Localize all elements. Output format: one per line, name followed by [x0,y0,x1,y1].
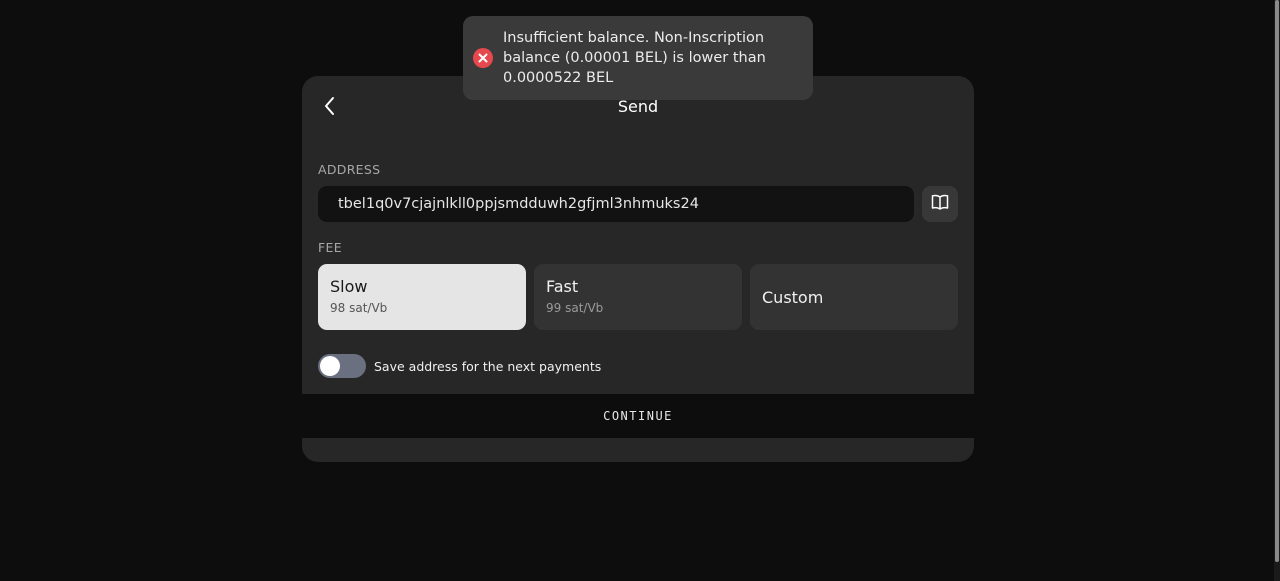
page-scrollbar[interactable] [1274,0,1280,581]
toast-message: Insufficient balance. Non-Inscription ba… [503,30,766,86]
save-address-toggle[interactable] [318,354,366,378]
fee-option-name: Custom [762,287,824,307]
fee-option-fast[interactable]: Fast 99 sat/Vb [534,264,742,330]
address-label: ADDRESS [318,162,381,177]
error-icon [473,48,493,68]
address-book-button[interactable] [922,186,958,222]
toggle-knob [320,356,340,376]
fee-label: FEE [318,240,342,255]
scrollbar-thumb[interactable] [1275,0,1279,562]
fee-option-name: Fast [546,277,579,296]
address-input[interactable]: tbel1q0v7cjajnlkll0ppjsmdduwh2gfjml3nhmu… [318,186,914,222]
save-address-label: Save address for the next payments [374,358,602,374]
error-toast: Insufficient balance. Non-Inscription ba… [463,16,813,100]
fee-option-rate: 99 sat/Vb [546,301,604,315]
save-address-row: Save address for the next payments [318,354,601,378]
send-card: Send ADDRESS tbel1q0v7cjajnlkll0ppjsmddu… [302,76,974,462]
fee-option-rate: 98 sat/Vb [330,301,388,315]
fee-option-slow[interactable]: Slow 98 sat/Vb [318,264,526,330]
book-icon [931,194,949,214]
continue-button[interactable]: CONTINUE [302,394,974,438]
fee-option-custom[interactable]: Custom [750,264,958,330]
fee-option-name: Slow [330,277,368,296]
